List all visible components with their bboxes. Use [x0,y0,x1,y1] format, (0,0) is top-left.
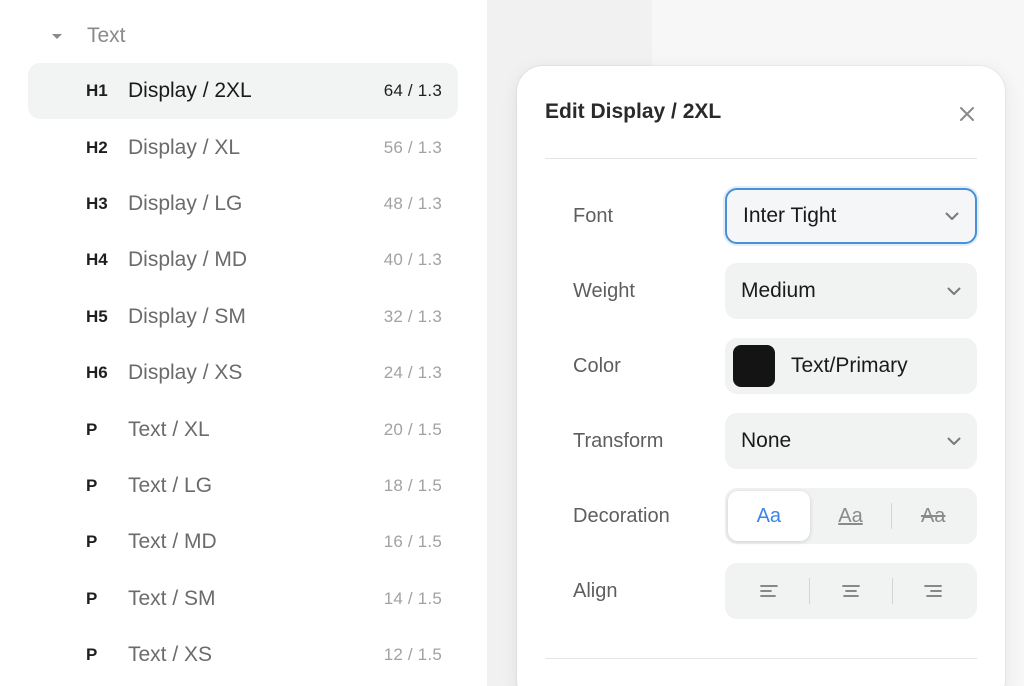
style-tag: H5 [86,306,108,326]
field-transform: Transform None [573,413,977,469]
color-value: Text/Primary [791,354,908,377]
style-name: Text / XS [128,643,213,667]
align-right-button[interactable] [893,566,974,616]
style-meta: 24 / 1.3 [383,363,442,383]
style-row-text-sm[interactable]: P Text / SM 14 / 1.5 [28,571,458,627]
text-styles-panel: Text H1 Display / 2XL 64 / 1.3 H2 Displa… [0,0,487,686]
align-center-button[interactable] [810,566,891,616]
weight-select[interactable]: Medium [725,263,977,319]
style-tag: H2 [86,137,108,157]
style-name: Display / MD [128,248,248,272]
field-label-transform: Transform [573,429,664,452]
style-tag: P [86,475,98,495]
field-label-align: Align [573,579,618,602]
header-divider [545,158,977,159]
style-meta: 18 / 1.5 [383,475,442,495]
style-row-display-xl[interactable]: H2 Display / XL 56 / 1.3 [28,119,458,175]
style-name: Text / LG [128,473,213,497]
style-meta: 32 / 1.3 [383,306,442,326]
style-list: H1 Display / 2XL 64 / 1.3 H2 Display / X… [28,63,458,683]
field-color: Color Text/Primary [573,338,977,394]
group-header-text[interactable]: Text [52,22,126,50]
edit-style-panel: Edit Display / 2XL Font Inter Tight Weig… [517,66,1005,686]
style-tag: P [86,588,98,608]
decoration-none-button[interactable]: Aa [728,491,810,541]
caret-down-icon[interactable] [52,34,62,39]
style-meta: 48 / 1.3 [383,193,442,213]
style-name: Display / XL [128,135,241,159]
field-label-font: Font [573,204,614,227]
chevron-down-icon [947,287,961,295]
style-name: Display / LG [128,191,243,215]
style-name: Display / SM [128,304,246,328]
field-label-weight: Weight [573,279,635,302]
decoration-underline-button[interactable]: Aa [810,491,892,541]
chevron-down-icon [945,212,959,220]
style-name: Display / XS [128,361,243,385]
weight-value: Medium [741,279,816,302]
style-meta: 14 / 1.5 [383,588,442,608]
color-picker[interactable]: Text/Primary [725,338,977,394]
align-left-button[interactable] [728,566,809,616]
style-meta: 40 / 1.3 [383,250,442,270]
style-row-display-lg[interactable]: H3 Display / LG 48 / 1.3 [28,176,458,232]
style-meta: 16 / 1.5 [383,532,442,552]
group-label: Text [87,24,126,47]
style-row-text-lg[interactable]: P Text / LG 18 / 1.5 [28,458,458,514]
align-right-icon [924,585,943,597]
style-row-text-xs[interactable]: P Text / XS 12 / 1.5 [28,627,458,683]
style-tag: H4 [86,250,108,270]
field-decoration: Decoration Aa Aa Aa [573,488,977,544]
field-font: Font Inter Tight [573,188,977,244]
panel-title: Edit Display / 2XL [545,100,722,123]
style-name: Text / SM [128,586,216,610]
align-segmented-control [725,563,977,619]
style-tag: H1 [86,81,108,101]
style-row-text-md[interactable]: P Text / MD 16 / 1.5 [28,514,458,570]
style-name: Display / 2XL [128,79,252,103]
font-value: Inter Tight [743,204,837,227]
font-select[interactable]: Inter Tight [725,188,977,244]
style-name: Text / XL [128,417,210,441]
style-row-display-md[interactable]: H4 Display / MD 40 / 1.3 [28,232,458,288]
field-label-decoration: Decoration [573,504,670,527]
decoration-segmented-control: Aa Aa Aa [725,488,977,544]
style-meta: 12 / 1.5 [383,645,442,665]
align-center-icon [842,585,860,597]
transform-select[interactable]: None [725,413,977,469]
style-row-display-2xl[interactable]: H1 Display / 2XL 64 / 1.3 [28,63,458,120]
style-meta: 20 / 1.5 [383,419,442,439]
transform-value: None [741,429,792,452]
style-row-display-sm[interactable]: H5 Display / SM 32 / 1.3 [28,289,458,345]
style-tag: P [86,419,98,439]
style-tag: P [86,532,98,552]
style-row-display-xs[interactable]: H6 Display / XS 24 / 1.3 [28,345,458,401]
style-meta: 64 / 1.3 [383,81,442,101]
style-tag: H6 [86,363,108,383]
style-name: Text / MD [128,530,217,554]
decoration-strikethrough-button[interactable]: Aa [892,491,974,541]
field-align: Align [573,563,977,619]
color-swatch[interactable] [733,345,775,387]
field-label-color: Color [573,354,621,377]
style-tag: H3 [86,193,108,213]
align-left-icon [759,585,778,597]
style-tag: P [86,645,98,665]
close-icon [960,107,974,121]
style-meta: 56 / 1.3 [383,137,442,157]
close-button[interactable] [955,102,979,126]
style-row-text-xl[interactable]: P Text / XL 20 / 1.5 [28,401,458,457]
footer-divider [545,658,977,659]
chevron-down-icon [947,437,961,445]
field-weight: Weight Medium [573,263,977,319]
